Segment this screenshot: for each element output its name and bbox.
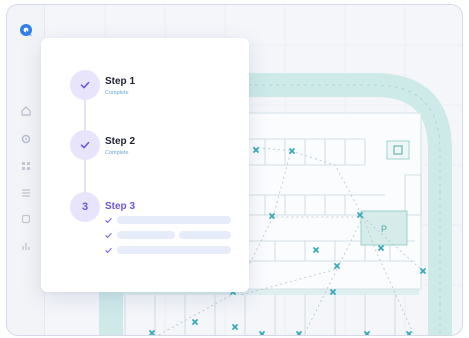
subtask-check-icon [105, 246, 112, 254]
steps-card: Step 1 Complete Step 2 Complete 3 Step 3 [41, 38, 249, 292]
step-1-check-icon[interactable] [70, 70, 100, 100]
step-3-number[interactable]: 3 [70, 192, 100, 222]
sign-icon [386, 140, 410, 160]
box-icon[interactable] [20, 213, 32, 225]
grid-icon[interactable] [20, 160, 32, 172]
home-icon[interactable] [20, 105, 32, 117]
subtask-check-icon [105, 216, 112, 224]
step-3-title[interactable]: Step 3 [105, 201, 135, 212]
step-connector [84, 160, 86, 192]
app-window: P Step 1 Complete Step 2 Complete 3 Step… [6, 4, 463, 336]
list-icon[interactable] [20, 187, 32, 199]
logo-icon[interactable] [19, 23, 33, 37]
settings-icon[interactable] [20, 133, 32, 145]
sidebar [7, 5, 45, 335]
parking-zone-label: P [381, 224, 387, 234]
step-2-title[interactable]: Step 2 [105, 136, 135, 147]
subtask-placeholder [117, 231, 175, 239]
subtask-placeholder [117, 216, 231, 224]
step-1-title[interactable]: Step 1 [105, 76, 135, 87]
subtask-check-icon [105, 231, 112, 239]
subtask-placeholder [117, 246, 231, 254]
chart-icon[interactable] [20, 240, 32, 252]
step-connector [84, 100, 86, 130]
subtask-placeholder [179, 231, 231, 239]
step-2-status: Complete [105, 150, 129, 156]
step-1-status: Complete [105, 90, 129, 96]
step-2-check-icon[interactable] [70, 130, 100, 160]
